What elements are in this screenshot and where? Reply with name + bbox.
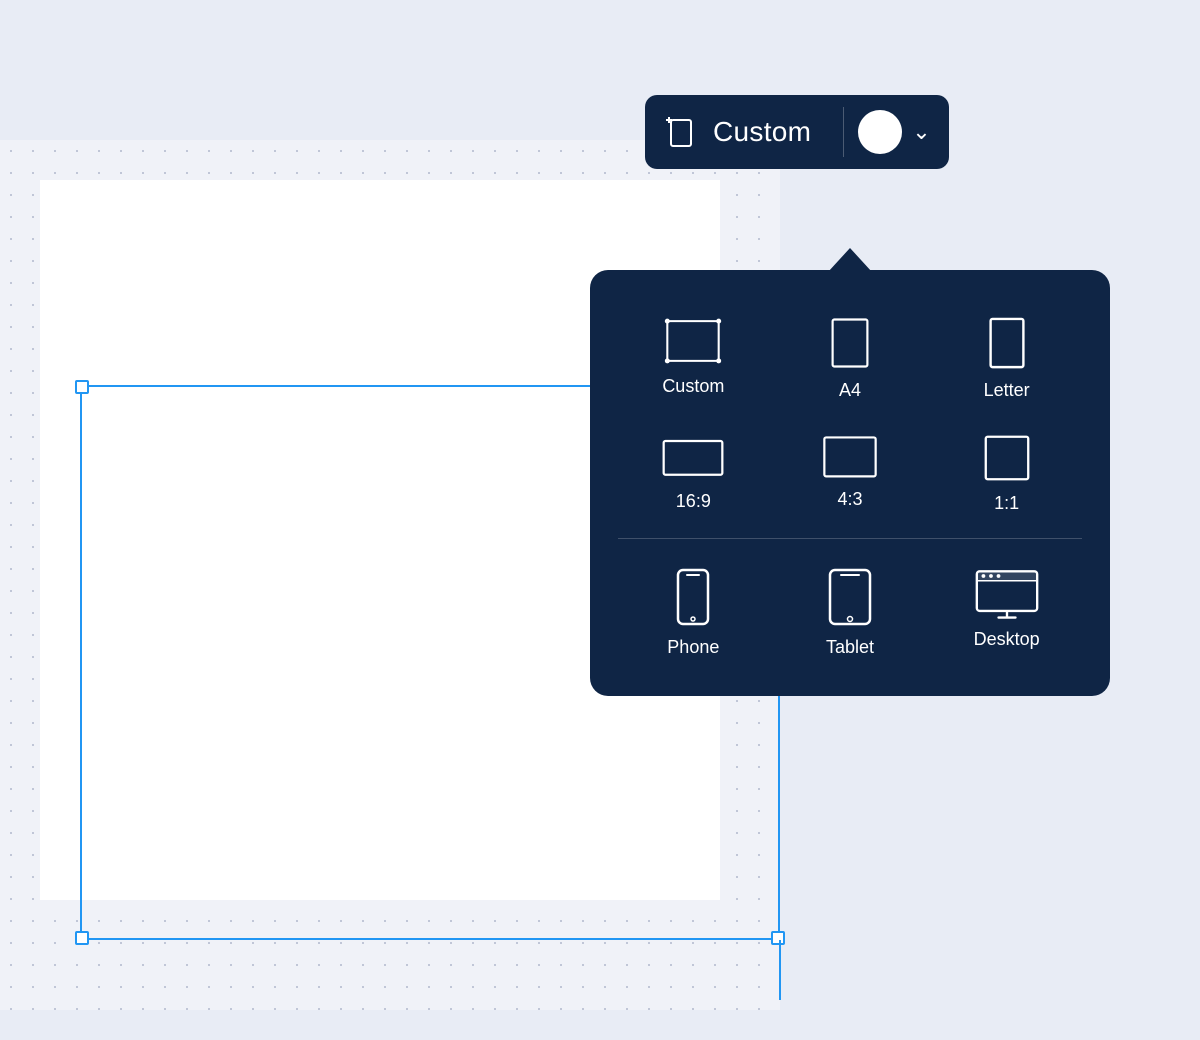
format-option-phone[interactable]: Phone [618,553,769,668]
format-option-desktop[interactable]: Desktop [931,553,1082,668]
format-label-custom: Custom [662,376,724,397]
toolbar-divider [843,107,844,157]
format-option-1-1[interactable]: 1:1 [931,419,1082,524]
section-divider [618,538,1082,539]
chevron-down-icon[interactable]: ⌄ [912,119,930,145]
format-grid-top: Custom A4 Letter [618,302,1082,411]
format-label-a4: A4 [839,380,861,401]
format-label-phone: Phone [667,637,719,658]
new-document-icon[interactable] [663,114,699,150]
toolbar: Custom ⌄ [645,95,949,169]
format-label-1-1: 1:1 [994,493,1019,514]
format-option-4-3[interactable]: 4:3 [775,419,926,524]
format-option-letter[interactable]: Letter [931,302,1082,411]
toolbar-right: ⌄ [858,110,930,154]
dropdown-panel: Custom A4 Letter 16:9 [590,270,1110,696]
connector-line [779,940,781,1000]
format-option-tablet[interactable]: Tablet [775,553,926,668]
format-label-letter: Letter [984,380,1030,401]
format-label-desktop: Desktop [974,629,1040,650]
format-grid-middle: 16:9 4:3 1:1 [618,419,1082,524]
format-option-16-9[interactable]: 16:9 [618,419,769,524]
format-label-tablet: Tablet [826,637,874,658]
format-grid-bottom: Phone Tablet [618,553,1082,668]
format-option-a4[interactable]: A4 [775,302,926,411]
format-option-custom[interactable]: Custom [618,302,769,411]
format-label-4-3: 4:3 [837,489,862,510]
toolbar-title: Custom [713,116,811,148]
color-picker[interactable] [858,110,902,154]
format-label-16-9: 16:9 [676,491,711,512]
toolbar-left: Custom [663,114,829,150]
